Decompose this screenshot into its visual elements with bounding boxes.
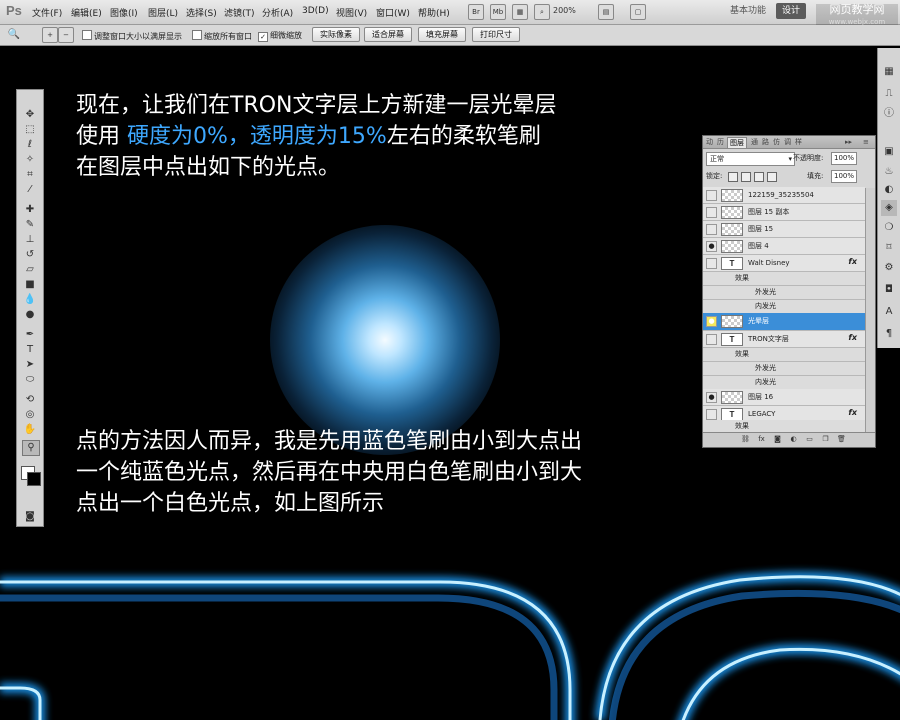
effects-row[interactable]: 效果 <box>703 272 865 286</box>
tab-adjustments[interactable]: 调 <box>784 137 791 147</box>
lock-image-icon[interactable] <box>741 172 751 182</box>
layer-name: 图层 15 副本 <box>748 208 790 216</box>
tutorial-text-line-1: 现在，让我们在TRON文字层上方新建一层光晕层 <box>76 93 557 118</box>
effect-outer-glow: 外发光 <box>755 288 776 296</box>
new-layer-icon[interactable]: ❐ <box>821 435 830 444</box>
effects-label: 效果 <box>735 422 749 430</box>
effect-row[interactable]: 内发光 <box>703 376 865 390</box>
add-style-icon[interactable]: fx <box>757 435 766 444</box>
visibility-toggle-icon[interactable] <box>706 334 717 345</box>
delete-layer-icon[interactable]: 🗑 <box>837 435 846 444</box>
layer-name: 图层 16 <box>748 393 774 401</box>
tutorial-text-para2-line-1: 点的方法因人而异，我是先用蓝色笔刷由小到大点出 <box>76 429 583 454</box>
layer-thumbnail <box>721 189 743 202</box>
effect-row[interactable]: 内发光 <box>703 300 865 314</box>
effects-label: 效果 <box>735 274 749 282</box>
blend-mode-select[interactable]: 正常 ▾ <box>706 152 795 166</box>
tab-history[interactable]: 历 <box>717 137 724 147</box>
layer-row[interactable]: 图层 15 副本 <box>703 204 865 221</box>
layer-thumbnail <box>721 223 743 236</box>
highlight-brush-settings: 硬度为0%，透明度为15% <box>127 124 387 149</box>
tab-styles[interactable]: 样 <box>795 137 802 147</box>
layer-name: TRON文字层 <box>748 335 789 343</box>
eye-icon[interactable]: ● <box>706 241 717 252</box>
chevron-down-icon: ▾ <box>788 155 792 163</box>
effects-label: 效果 <box>735 350 749 358</box>
layers-panel-footer: ⛓ fx ◙ ◐ ▭ ❐ 🗑 <box>703 432 875 447</box>
fx-icon[interactable]: fx <box>848 333 857 342</box>
layer-row[interactable]: 122159_35235504 <box>703 187 865 204</box>
layer-row[interactable]: T Walt Disney fx <box>703 255 865 272</box>
layer-name: 光晕层 <box>748 317 769 325</box>
opacity-label: 不透明度: <box>793 154 824 162</box>
fill-label: 填充: <box>807 172 824 180</box>
layer-thumbnail <box>721 240 743 253</box>
effect-outer-glow: 外发光 <box>755 364 776 372</box>
layer-name: 图层 15 <box>748 225 774 233</box>
layers-panel: 动 历 图层 通 路 仿 调 样 ▸▸ ≡ 正常 ▾ 不透明度: 100% 锁定:… <box>702 135 876 448</box>
effect-row[interactable]: 外发光 <box>703 362 865 376</box>
tab-clone-source[interactable]: 仿 <box>773 137 780 147</box>
add-mask-icon[interactable]: ◙ <box>773 435 782 444</box>
lock-all-icon[interactable] <box>767 172 777 182</box>
layer-row[interactable]: T TRON文字层 fx <box>703 331 865 348</box>
fill-input[interactable]: 100% <box>831 170 857 183</box>
eye-icon[interactable]: ● <box>706 316 717 327</box>
effect-row[interactable]: 外发光 <box>703 286 865 300</box>
fx-icon[interactable]: fx <box>848 408 857 417</box>
layer-row[interactable]: ● 图层 4 <box>703 238 865 255</box>
effect-inner-glow: 内发光 <box>755 378 776 386</box>
effect-inner-glow: 内发光 <box>755 302 776 310</box>
visibility-toggle-icon[interactable] <box>706 224 717 235</box>
layer-thumbnail <box>721 206 743 219</box>
lock-transparent-icon[interactable] <box>728 172 738 182</box>
panel-collapse-icon[interactable]: ▸▸ <box>845 137 852 147</box>
tutorial-text-para2-line-2: 一个纯蓝色光点，然后再在中央用白色笔刷由小到大 <box>76 460 583 485</box>
panel-menu-icon[interactable]: ≡ <box>863 137 869 147</box>
layers-scrollbar[interactable] <box>865 188 875 432</box>
link-layers-icon[interactable]: ⛓ <box>741 435 750 444</box>
layer-row[interactable]: 图层 15 <box>703 221 865 238</box>
lock-position-icon[interactable] <box>754 172 764 182</box>
effects-row[interactable]: 效果 <box>703 348 865 362</box>
glow-light-spot <box>270 225 500 455</box>
tab-layers[interactable]: 图层 <box>727 137 747 148</box>
tutorial-text-line-2: 使用 硬度为0%，透明度为15%左右的柔软笔刷 <box>76 124 541 149</box>
layer-name: 122159_35235504 <box>748 191 814 199</box>
visibility-toggle-icon[interactable] <box>706 409 717 420</box>
text-layer-thumbnail: T <box>721 333 743 346</box>
tutorial-text-para2-line-3: 点出一个白色光点，如上图所示 <box>76 491 385 516</box>
adjustment-layer-icon[interactable]: ◐ <box>789 435 798 444</box>
text-layer-thumbnail: T <box>721 257 743 270</box>
visibility-toggle-icon[interactable] <box>706 190 717 201</box>
tutorial-text-line-3: 在图层中点出如下的光点。 <box>76 155 341 180</box>
tab-actions[interactable]: 动 <box>706 137 713 147</box>
layer-name: LEGACY <box>748 410 776 418</box>
layer-thumbnail <box>721 315 743 328</box>
visibility-toggle-icon[interactable] <box>706 258 717 269</box>
new-group-icon[interactable]: ▭ <box>805 435 814 444</box>
layer-name: 图层 4 <box>748 242 769 250</box>
eye-icon[interactable]: ● <box>706 392 717 403</box>
fx-icon[interactable]: fx <box>848 257 857 266</box>
visibility-toggle-icon[interactable] <box>706 207 717 218</box>
layers-panel-tabs: 动 历 图层 通 路 仿 调 样 ▸▸ ≡ <box>703 136 875 149</box>
layer-row-selected[interactable]: ● 光晕层 <box>703 313 865 331</box>
layer-name: Walt Disney <box>748 259 790 267</box>
layer-row[interactable]: ● 图层 16 <box>703 389 865 406</box>
opacity-input[interactable]: 100% <box>831 152 857 165</box>
tab-channels[interactable]: 通 <box>751 137 758 147</box>
tab-paths[interactable]: 路 <box>762 137 769 147</box>
layer-thumbnail <box>721 391 743 404</box>
lock-label: 锁定: <box>706 172 723 180</box>
